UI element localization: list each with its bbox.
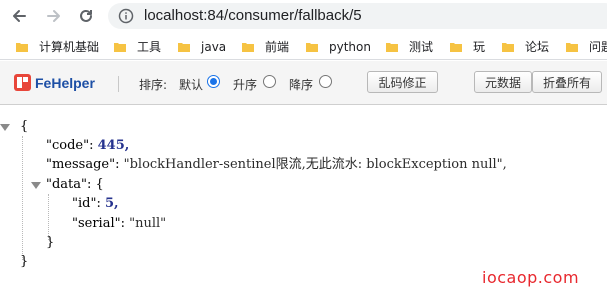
watermark-text: iocaop.com <box>482 268 580 287</box>
indent-guide <box>22 136 23 260</box>
bookmark-item[interactable]: 论坛 <box>502 38 549 55</box>
bookmark-item[interactable]: 计算机基础 <box>16 38 99 55</box>
bookmark-label: java <box>201 39 227 54</box>
bookmark-item[interactable]: 前端 <box>242 38 289 55</box>
raw-data-button[interactable]: 元数据 <box>474 71 532 93</box>
fehelper-name: FeHelper <box>35 74 95 91</box>
collapse-root-icon[interactable] <box>0 124 10 131</box>
bookmark-label: 工具 <box>137 40 162 54</box>
sort-label: 排序: <box>139 78 168 92</box>
json-value-serial: "null" <box>129 216 167 231</box>
sort-desc-label: 降序 <box>289 78 314 92</box>
json-viewer: { "code": 445, "message": "blockHandler-… <box>0 106 607 294</box>
url-text[interactable]: localhost:84/consumer/fallback/5 <box>144 7 362 24</box>
bookmark-label: 问题 <box>589 40 607 54</box>
bookmark-item[interactable]: 问题 <box>566 38 607 55</box>
folder-icon <box>242 42 254 52</box>
bookmark-label: 玩 <box>473 40 486 54</box>
json-key-id: "id": <box>72 196 101 211</box>
json-open-brace: { <box>20 119 29 134</box>
bookmarks-bar: 计算机基础 工具 java 前端 python 测试 玩 论坛 问题 <box>0 33 607 60</box>
bookmark-label: 计算机基础 <box>39 40 100 54</box>
fix-encoding-button[interactable]: 乱码修正 <box>367 71 438 93</box>
bookmark-label: 测试 <box>409 40 434 54</box>
fehelper-icon <box>14 74 31 91</box>
folder-icon <box>16 42 28 52</box>
bookmark-label: 论坛 <box>525 40 550 54</box>
folder-icon <box>386 42 398 52</box>
json-key-serial: "serial": <box>72 216 125 231</box>
reload-icon <box>80 9 92 22</box>
forward-button[interactable] <box>43 5 65 27</box>
sort-default-label: 默认 <box>179 78 204 92</box>
bookmark-label: python <box>329 39 371 54</box>
fehelper-logo[interactable]: FeHelper <box>14 74 95 91</box>
json-line-data: "data": { <box>46 176 104 194</box>
collapse-all-button[interactable]: 折叠所有 <box>532 71 602 93</box>
sort-asc-radio[interactable] <box>263 75 276 88</box>
json-key-data: "data": <box>46 177 92 192</box>
folder-icon <box>306 42 318 52</box>
back-button[interactable] <box>8 5 30 27</box>
folder-icon <box>566 42 578 52</box>
json-line-serial: "serial": "null" <box>72 215 166 233</box>
json-value-id: 5, <box>104 196 119 211</box>
json-data-close-brace: } <box>46 235 55 250</box>
bookmark-item[interactable]: 工具 <box>114 38 161 55</box>
folder-icon <box>502 42 514 52</box>
folder-icon <box>178 42 190 52</box>
json-line-message: "message": "blockHandler-sentinel限流,无此流水… <box>46 156 507 174</box>
bookmark-item[interactable]: 测试 <box>386 38 433 55</box>
json-key-message: "message": <box>46 157 120 172</box>
sort-default-radio[interactable] <box>207 75 220 88</box>
json-key-code: "code": <box>46 138 94 153</box>
folder-icon <box>450 42 462 52</box>
address-bar[interactable]: localhost:84/consumer/fallback/5 <box>108 3 607 29</box>
bookmark-item[interactable]: 玩 <box>450 38 485 55</box>
reload-button[interactable] <box>75 5 97 27</box>
collapse-data-icon[interactable] <box>31 182 41 189</box>
back-arrow-icon <box>13 10 26 22</box>
toolbar-divider <box>118 76 119 92</box>
fehelper-toolbar: FeHelper 排序: 默认 升序 降序 乱码修正 元数据 折叠所有 <box>0 61 607 105</box>
browser-nav-bar: localhost:84/consumer/fallback/5 <box>0 0 607 32</box>
info-icon[interactable] <box>118 8 134 24</box>
folder-icon <box>114 42 126 52</box>
json-close-brace: } <box>20 254 29 269</box>
bookmark-item[interactable]: java <box>178 38 226 55</box>
bookmark-item[interactable]: python <box>306 38 371 55</box>
json-value-code: 445, <box>97 138 130 153</box>
forward-arrow-icon <box>47 10 60 22</box>
json-line-id: "id": 5, <box>72 195 119 213</box>
sort-desc-radio[interactable] <box>319 75 332 88</box>
json-value-message: "blockHandler-sentinel限流,无此流水: blockExce… <box>123 157 507 172</box>
sort-asc-label: 升序 <box>233 78 258 92</box>
json-line-code: "code": 445, <box>46 137 129 155</box>
bookmark-label: 前端 <box>265 40 290 54</box>
json-data-open-brace: { <box>95 177 104 192</box>
